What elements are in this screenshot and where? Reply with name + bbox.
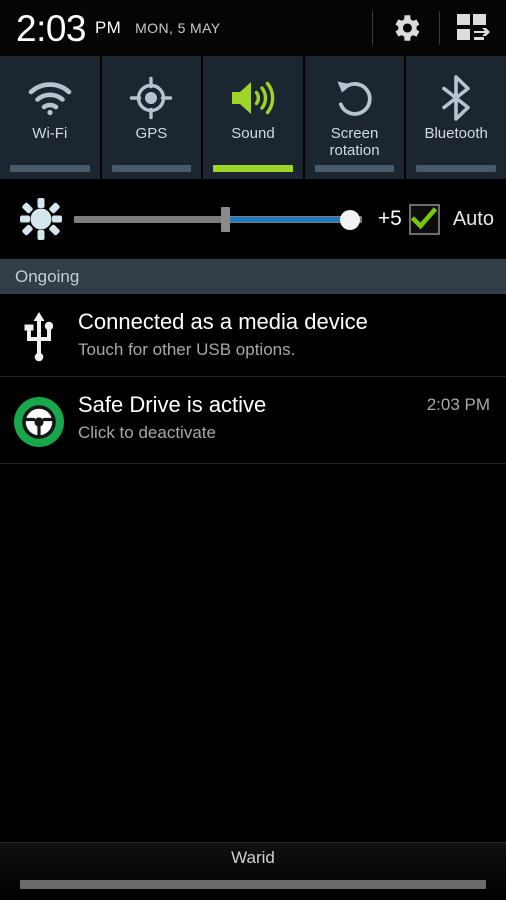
brightness-slider-thumb[interactable] bbox=[340, 210, 361, 230]
drag-handle[interactable] bbox=[20, 880, 486, 889]
gear-icon bbox=[395, 15, 420, 41]
toggle-screen-rotation-label-line1: Screen bbox=[330, 125, 379, 142]
notification-usb-title: Connected as a media device bbox=[78, 309, 368, 334]
auto-brightness-label: Auto bbox=[452, 207, 494, 230]
toggle-wifi-indicator bbox=[10, 165, 90, 172]
toggle-screen-rotation-label: Screen rotation bbox=[326, 125, 384, 159]
brightness-slider-fill bbox=[220, 217, 351, 222]
checkmark-icon bbox=[411, 207, 438, 230]
divider bbox=[372, 11, 373, 45]
clock-date: MON, 5 MAY bbox=[135, 20, 221, 36]
toggle-wifi-label: Wi-Fi bbox=[32, 125, 68, 142]
settings-button[interactable] bbox=[387, 9, 425, 47]
gps-crosshair-icon bbox=[129, 72, 173, 124]
notification-usb-body: Connected as a media device Touch for ot… bbox=[78, 308, 482, 362]
notification-shade: 2:03 PM MON, 5 MAY Wi-Fi GPS Sound Scree… bbox=[0, 0, 506, 900]
brightness-value: +5 bbox=[377, 207, 402, 230]
notification-safe-drive[interactable]: Safe Drive is active Click to deactivate… bbox=[0, 377, 506, 464]
toggle-screen-rotation-label-line2: rotation bbox=[329, 142, 380, 159]
bluetooth-icon bbox=[438, 72, 474, 124]
toggle-bluetooth-indicator bbox=[416, 165, 496, 172]
notification-usb-subtitle: Touch for other USB options. bbox=[78, 340, 296, 359]
notification-safe-drive-body: Safe Drive is active Click to deactivate bbox=[78, 391, 419, 445]
notification-safe-drive-title: Safe Drive is active bbox=[78, 392, 267, 417]
toggle-gps-label: GPS bbox=[135, 125, 168, 142]
notification-usb[interactable]: Connected as a media device Touch for ot… bbox=[0, 294, 506, 377]
status-bar: 2:03 PM MON, 5 MAY bbox=[0, 0, 506, 56]
quick-settings-button[interactable] bbox=[454, 9, 492, 47]
toggle-screen-rotation[interactable]: Screen rotation bbox=[304, 56, 405, 179]
toggle-screen-rotation-indicator bbox=[314, 165, 395, 172]
divider bbox=[439, 11, 440, 45]
toggle-gps[interactable]: GPS bbox=[101, 56, 202, 179]
brightness-row: +5 Auto bbox=[0, 179, 506, 259]
brightness-sun-icon bbox=[14, 197, 68, 241]
wifi-icon bbox=[26, 72, 74, 124]
speaker-sound-icon bbox=[229, 72, 277, 124]
rotate-icon bbox=[333, 72, 377, 124]
notification-safe-drive-subtitle: Click to deactivate bbox=[78, 423, 216, 442]
notification-usb-time bbox=[482, 308, 494, 312]
quick-settings-grid-icon bbox=[457, 14, 490, 40]
usb-icon bbox=[0, 308, 78, 362]
toggle-wifi[interactable]: Wi-Fi bbox=[0, 56, 100, 179]
shade-footer: Warid bbox=[0, 842, 506, 900]
toggle-bluetooth-label: Bluetooth bbox=[424, 125, 488, 142]
carrier-label: Warid bbox=[231, 848, 275, 867]
quick-toggle-row: Wi-Fi GPS Sound Screen rotation Bluetoot… bbox=[0, 56, 506, 179]
toggle-bluetooth[interactable]: Bluetooth bbox=[406, 56, 506, 179]
toggle-sound-label: Sound bbox=[231, 125, 275, 142]
toggle-sound-indicator bbox=[213, 165, 293, 172]
section-header-ongoing-label: Ongoing bbox=[15, 266, 80, 286]
clock-ampm: PM bbox=[95, 18, 122, 37]
safe-drive-steering-wheel-icon bbox=[0, 391, 78, 449]
toggle-sound[interactable]: Sound bbox=[203, 56, 303, 179]
notification-safe-drive-time: 2:03 PM bbox=[426, 395, 490, 414]
clock-time: 2:03 bbox=[16, 7, 87, 49]
toggle-gps-indicator bbox=[111, 165, 192, 172]
brightness-slider[interactable] bbox=[74, 202, 362, 236]
brightness-slider-tick bbox=[220, 207, 230, 232]
auto-brightness-checkbox[interactable] bbox=[408, 203, 440, 235]
section-header-ongoing: Ongoing bbox=[0, 259, 506, 294]
